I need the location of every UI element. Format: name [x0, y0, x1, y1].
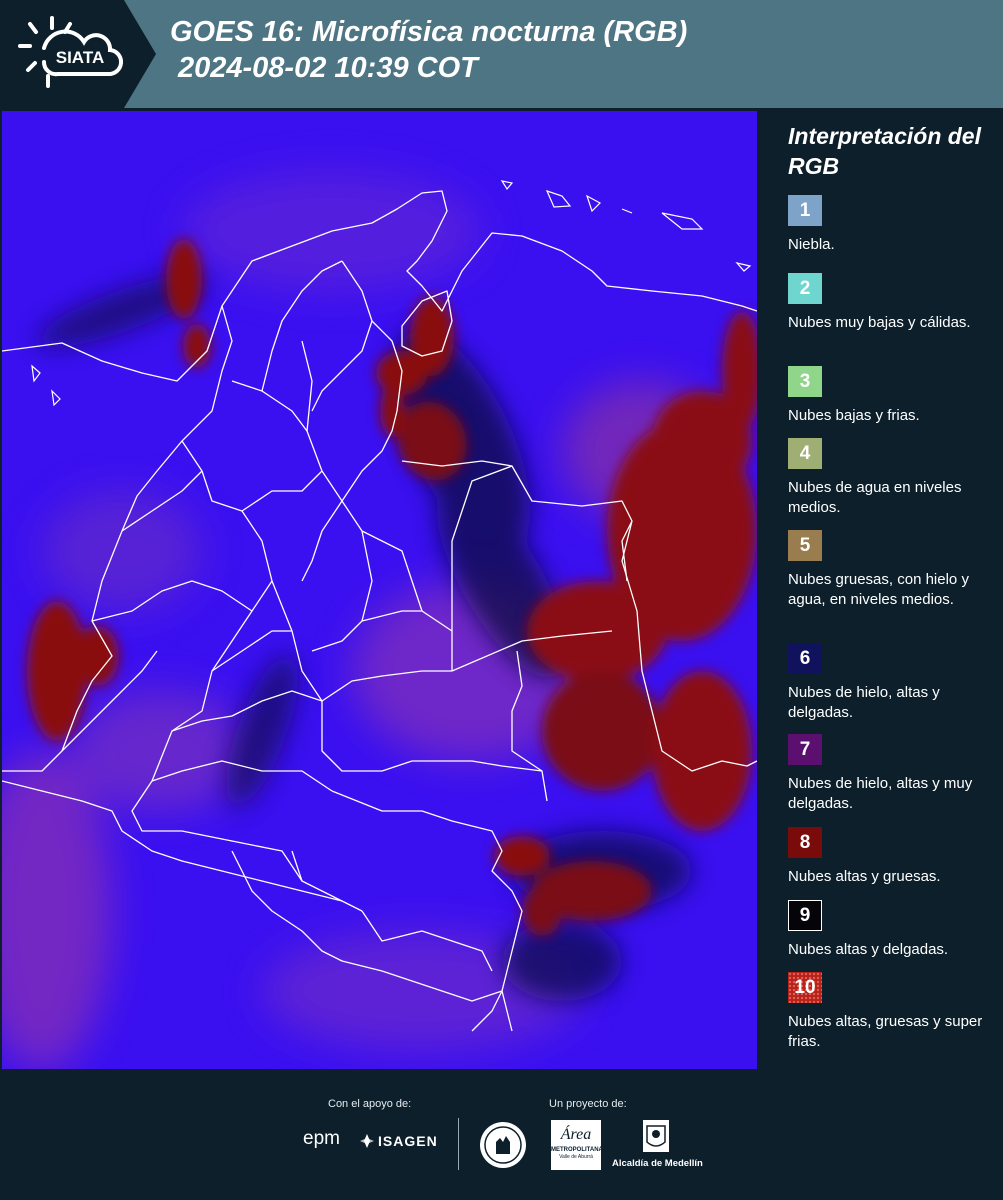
- coat-of-arms-icon: [643, 1120, 669, 1152]
- legend-swatch-1: 1: [788, 195, 822, 226]
- footer-bar: Con el apoyo de: Un proyecto de: epm ISA…: [0, 1070, 1003, 1200]
- legend-item-2: 2 Nubes muy bajas y cálidas.: [788, 273, 998, 333]
- page-title: GOES 16: Microfísica nocturna (RGB) 2024…: [170, 14, 687, 86]
- support-label: Con el apoyo de:: [328, 1098, 412, 1110]
- area-logo-title: Área: [560, 1126, 592, 1143]
- legend-text-5: Nubes gruesas, con hielo y agua, en nive…: [788, 571, 969, 608]
- legend-item-4: 4 Nubes de agua en niveles medios.: [788, 438, 998, 518]
- legend-text-3: Nubes bajas y frias.: [788, 407, 920, 424]
- area-logo-caption: Valle de Aburrá: [559, 1154, 593, 1160]
- legend-item-8: 8 Nubes altas y gruesas.: [788, 827, 998, 887]
- legend-swatch-2: 2: [788, 273, 822, 304]
- alcaldia-text: Alcaldía de Medellín: [612, 1158, 703, 1169]
- legend-swatch-6: 6: [788, 643, 822, 674]
- legend-panel: Interpretación del RGB 1 Niebla. 2 Nubes…: [762, 110, 1003, 1070]
- legend-swatch-7: 7: [788, 734, 822, 765]
- area-logo-subtitle: METROPOLITANA: [551, 1147, 603, 1153]
- header-bar: SIATA GOES 16: Microfísica nocturna (RGB…: [0, 0, 1003, 108]
- satellite-map[interactable]: [2, 111, 757, 1069]
- isagen-mark-icon: [360, 1134, 374, 1148]
- siata-seal-logo[interactable]: [478, 1120, 528, 1170]
- legend-title: Interpretación del RGB: [788, 123, 981, 179]
- siata-logo[interactable]: SIATA: [0, 0, 160, 108]
- project-label: Un proyecto de:: [549, 1098, 627, 1110]
- area-metropolitana-logo[interactable]: Área METROPOLITANA Valle de Aburrá: [551, 1120, 603, 1170]
- legend-item-6: 6 Nubes de hielo, altas y delgadas.: [788, 643, 998, 723]
- legend-swatch-4: 4: [788, 438, 822, 469]
- legend-swatch-10: 10: [788, 972, 822, 1003]
- legend-text-2: Nubes muy bajas y cálidas.: [788, 314, 971, 331]
- legend-text-6: Nubes de hielo, altas y delgadas.: [788, 684, 940, 721]
- alcaldia-logo[interactable]: Alcaldía de Medellín: [612, 1118, 703, 1174]
- legend-text-8: Nubes altas y gruesas.: [788, 868, 941, 885]
- legend-item-1: 1 Niebla.: [788, 195, 998, 255]
- seal-emblem-icon: [480, 1122, 526, 1168]
- legend-item-3: 3 Nubes bajas y frias.: [788, 366, 998, 426]
- footer-divider: [458, 1118, 459, 1170]
- legend-text-10: Nubes altas, gruesas y super frias.: [788, 1013, 983, 1050]
- legend-item-7: 7 Nubes de hielo, altas y muy delgadas.: [788, 734, 998, 814]
- title-line-timestamp: 2024-08-02 10:39 COT: [178, 52, 478, 84]
- legend-swatch-8: 8: [788, 827, 822, 858]
- legend-swatch-3: 3: [788, 366, 822, 397]
- legend-item-10: 10 Nubes altas, gruesas y super frias.: [788, 972, 998, 1052]
- legend-swatch-9: 9: [788, 900, 822, 931]
- isagen-text: ISAGEN: [378, 1133, 438, 1149]
- isagen-logo[interactable]: ISAGEN: [360, 1130, 438, 1152]
- legend-swatch-5: 5: [788, 530, 822, 561]
- legend-text-1: Niebla.: [788, 236, 835, 253]
- legend-item-9: 9 Nubes altas y delgadas.: [788, 900, 998, 960]
- legend-item-5: 5 Nubes gruesas, con hielo y agua, en ni…: [788, 530, 998, 610]
- title-line-product: GOES 16: Microfísica nocturna (RGB): [170, 16, 688, 48]
- logo-text: SIATA: [56, 48, 104, 67]
- legend-text-4: Nubes de agua en niveles medios.: [788, 479, 962, 516]
- legend-text-7: Nubes de hielo, altas y muy delgadas.: [788, 775, 973, 812]
- epm-logo[interactable]: epm: [303, 1128, 340, 1150]
- legend-text-9: Nubes altas y delgadas.: [788, 941, 949, 958]
